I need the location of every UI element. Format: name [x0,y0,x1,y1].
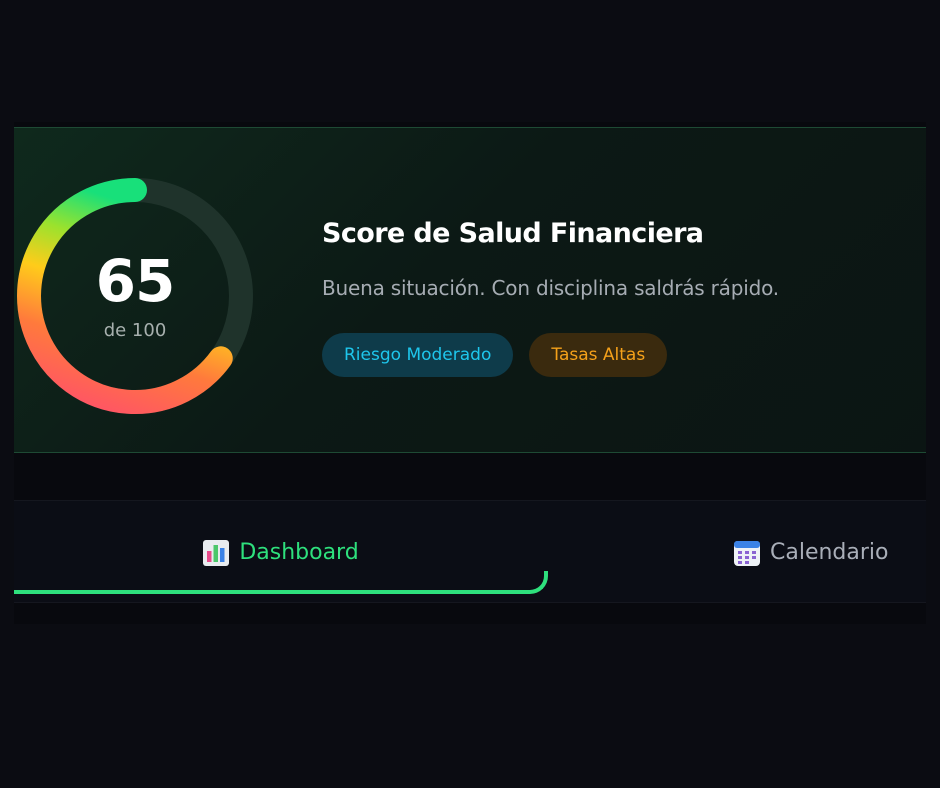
calendar-icon [734,540,760,566]
tab-calendar[interactable]: Calendario [734,501,926,604]
tab-dashboard[interactable]: Dashboard [14,501,548,604]
tab-dashboard-label: Dashboard [239,540,359,565]
score-value: 65 [95,247,176,315]
card-description: Buena situación. Con disciplina saldrás … [322,276,779,300]
tab-bar: Dashboard Calendario [14,500,926,603]
score-max-label: de 100 [103,320,167,341]
app-viewport: 65 de 100 Score de Salud Financiera Buen… [14,122,926,624]
tab-calendar-label: Calendario [770,540,889,565]
score-gauge: 65 de 100 [15,176,255,416]
card-title: Score de Salud Financiera [322,218,704,249]
financial-health-card: 65 de 100 Score de Salud Financiera Buen… [14,127,926,453]
risk-badge: Riesgo Moderado [322,333,514,377]
badge-row: Riesgo Moderado Tasas Altas [322,333,668,377]
rates-badge: Tasas Altas [529,333,668,377]
bar-chart-icon [203,539,230,566]
